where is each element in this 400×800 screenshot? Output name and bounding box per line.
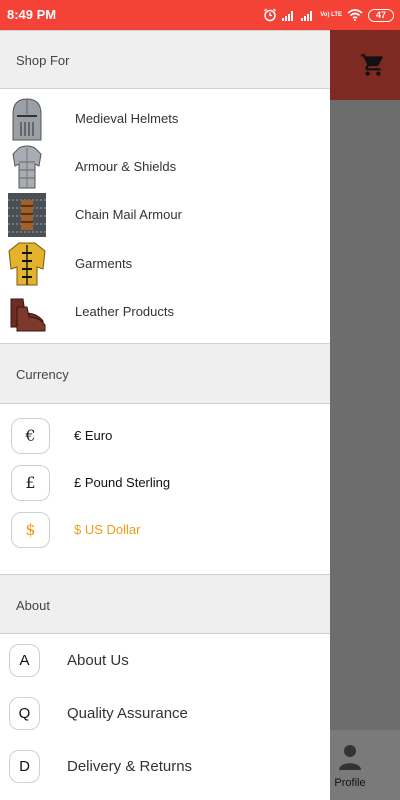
shop-item-label: Leather Products bbox=[75, 304, 175, 319]
shop-item-leather-products[interactable]: Leather Products bbox=[0, 288, 330, 336]
status-time: 8:49 PM bbox=[7, 7, 57, 22]
battery-icon: 47 bbox=[368, 8, 394, 22]
shop-section-header: Shop For bbox=[0, 30, 330, 89]
currency-label: € Euro bbox=[74, 428, 113, 443]
about-item-label: About Us bbox=[67, 652, 129, 669]
cart-icon[interactable] bbox=[360, 52, 386, 78]
status-icons: Vo) LTE 47 bbox=[263, 5, 394, 25]
shop-item-label: Armour & Shields bbox=[75, 159, 177, 174]
shop-item-chain-mail[interactable]: Chain Mail Armour bbox=[0, 191, 330, 239]
currency-label: £ Pound Sterling bbox=[74, 475, 171, 490]
helmet-icon bbox=[12, 98, 42, 141]
shop-item-label: Garments bbox=[75, 256, 133, 271]
currency-pound-sterling[interactable]: £ £ Pound Sterling bbox=[0, 463, 330, 507]
currency-label: $ US Dollar bbox=[74, 522, 141, 537]
shop-item-garments[interactable]: Garments bbox=[0, 240, 330, 288]
shop-section-title: Shop For bbox=[16, 53, 70, 68]
shop-item-medieval-helmets[interactable]: Medieval Helmets bbox=[0, 95, 330, 143]
about-item-label: Delivery & Returns bbox=[67, 758, 193, 775]
profile-nav-label[interactable]: Profile bbox=[330, 777, 370, 789]
currency-euro[interactable]: € € Euro bbox=[0, 416, 330, 460]
armour-icon bbox=[12, 145, 42, 189]
garment-icon bbox=[8, 242, 46, 286]
about-section-header: About bbox=[0, 574, 330, 634]
about-us-icon: A bbox=[9, 644, 40, 677]
about-item-quality-assurance[interactable]: Q Quality Assurance bbox=[0, 697, 330, 741]
about-item-delivery-returns[interactable]: D Delivery & Returns bbox=[0, 750, 330, 794]
alarm-icon bbox=[264, 8, 277, 22]
currency-us-dollar[interactable]: $ $ US Dollar bbox=[0, 510, 330, 554]
about-item-label: Quality Assurance bbox=[67, 705, 188, 722]
delivery-returns-icon: D bbox=[9, 750, 40, 783]
currency-section-header: Currency bbox=[0, 343, 330, 404]
chainmail-icon bbox=[8, 193, 46, 237]
signal-icon bbox=[282, 11, 294, 21]
shop-item-armour-shields[interactable]: Armour & Shields bbox=[0, 143, 330, 191]
currency-section-title: Currency bbox=[16, 367, 69, 382]
navigation-drawer: Shop For Medieval Helmets Armour & Shiel… bbox=[0, 30, 330, 800]
profile-icon[interactable] bbox=[338, 743, 362, 771]
about-item-about-us[interactable]: A About Us bbox=[0, 644, 330, 688]
shop-item-label: Medieval Helmets bbox=[75, 111, 179, 126]
leather-boots-icon bbox=[10, 298, 46, 332]
volte-icon: Vo) LTE bbox=[320, 12, 342, 18]
euro-icon: € bbox=[11, 418, 50, 454]
pound-icon: £ bbox=[11, 465, 50, 501]
about-section-title: About bbox=[16, 598, 50, 613]
drawer-scrim[interactable] bbox=[330, 30, 400, 800]
wifi-icon bbox=[347, 9, 363, 21]
status-bar: 8:49 PM Vo) LTE 47 bbox=[0, 0, 400, 30]
signal-icon bbox=[301, 11, 313, 21]
shop-item-label: Chain Mail Armour bbox=[75, 207, 182, 222]
dollar-icon: $ bbox=[11, 512, 50, 548]
quality-assurance-icon: Q bbox=[9, 697, 40, 730]
